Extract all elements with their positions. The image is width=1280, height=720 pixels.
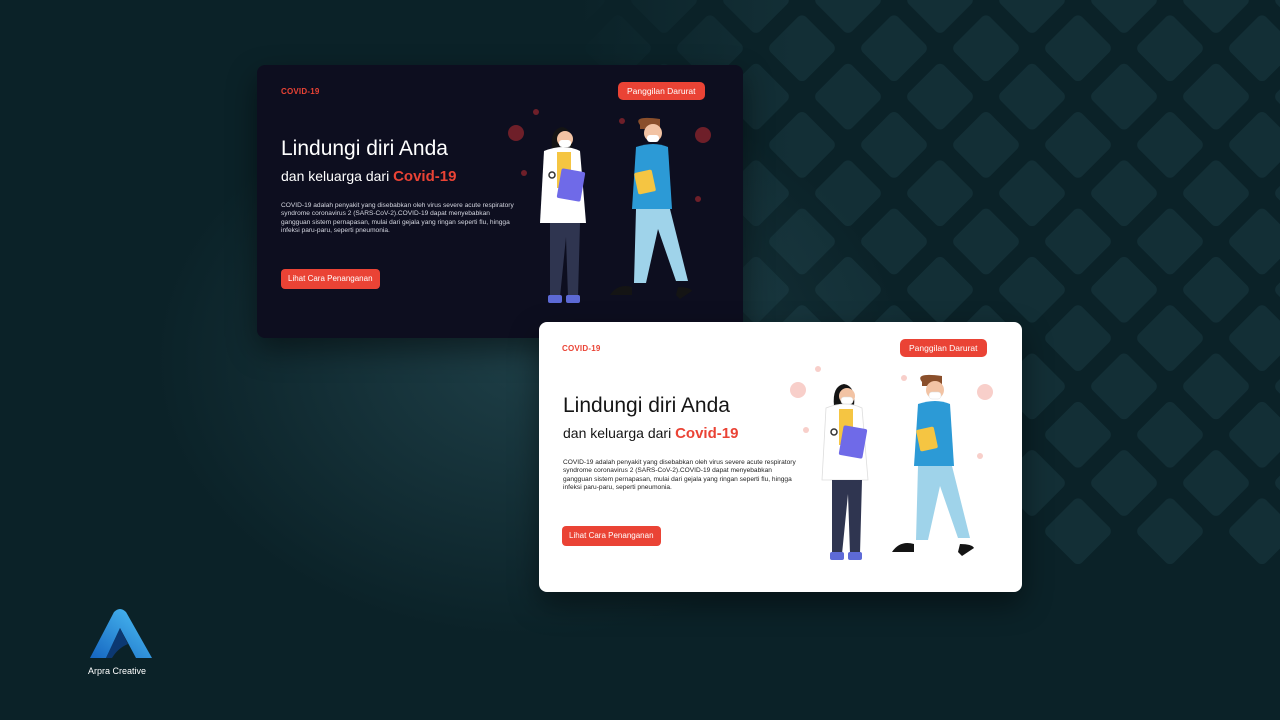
headline: Lindungi diri Anda bbox=[563, 394, 730, 417]
logo-text: Arpra Creative bbox=[88, 666, 147, 676]
female-doctor-figure bbox=[540, 127, 586, 303]
subheadline-accent: Covid-19 bbox=[393, 168, 457, 185]
description: COVID-19 adalah penyakit yang disebabkan… bbox=[281, 202, 514, 235]
emergency-call-button[interactable]: Panggilan Darurat bbox=[618, 82, 705, 100]
male-doctor-figure bbox=[610, 117, 692, 299]
female-doctor-figure bbox=[821, 384, 869, 560]
emergency-call-button[interactable]: Panggilan Darurat bbox=[900, 339, 987, 357]
brand-logo[interactable]: COVID-19 bbox=[562, 344, 601, 353]
doctors-illustration bbox=[790, 366, 993, 560]
subheadline: dan keluarga dari Covid-19 bbox=[563, 425, 738, 442]
description: COVID-19 adalah penyakit yang disebabkan… bbox=[563, 459, 796, 492]
subheadline-prefix: dan keluarga dari bbox=[563, 425, 676, 441]
male-doctor-figure bbox=[892, 374, 974, 556]
subheadline: dan keluarga dari Covid-19 bbox=[281, 168, 456, 185]
headline: Lindungi diri Anda bbox=[281, 137, 448, 160]
arpra-creative-logo: Arpra Creative bbox=[88, 608, 160, 676]
subheadline-prefix: dan keluarga dari bbox=[281, 168, 394, 184]
doctors-illustration bbox=[508, 109, 711, 303]
arpra-a-logo-icon bbox=[90, 609, 152, 658]
landing-card-dark: COVID-19 Panggilan Darurat Lindungi diri… bbox=[257, 65, 743, 338]
brand-logo[interactable]: COVID-19 bbox=[281, 87, 320, 96]
subheadline-accent: Covid-19 bbox=[675, 425, 739, 442]
cta-button[interactable]: Lihat Cara Penanganan bbox=[562, 526, 661, 546]
cta-button[interactable]: Lihat Cara Penanganan bbox=[281, 269, 380, 289]
landing-card-light: COVID-19 Panggilan Darurat Lindungi diri… bbox=[539, 322, 1022, 592]
